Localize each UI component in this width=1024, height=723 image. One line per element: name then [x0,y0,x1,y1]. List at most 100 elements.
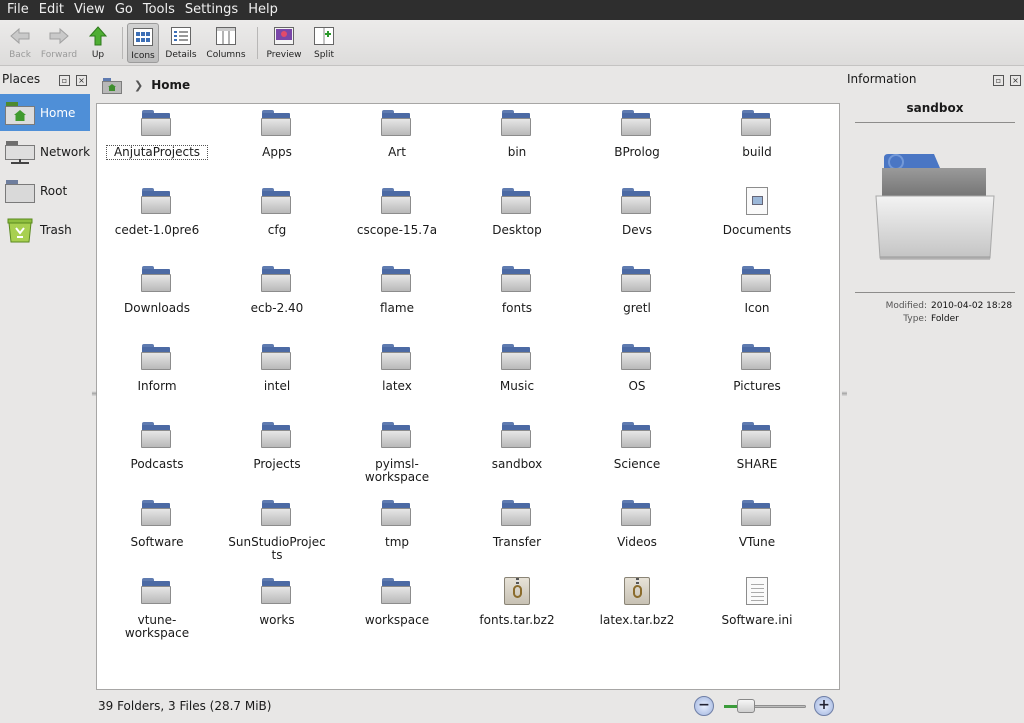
menu-go[interactable]: Go [110,0,138,20]
menu-help[interactable]: Help [243,0,283,20]
file-name: AnjutaProjects [106,145,208,160]
right-splitter-handle[interactable]: ≡ [841,390,848,402]
home-folder-icon[interactable] [102,76,122,94]
folder-item[interactable]: Podcasts [102,420,212,492]
folder-icon [141,186,173,218]
folder-item[interactable]: Inform [102,342,212,414]
breadcrumb-current[interactable]: Home [151,78,190,92]
file-name: Icon [744,301,770,315]
folder-item[interactable]: fonts [462,264,572,336]
place-network[interactable]: Network [0,133,90,170]
type-label: Type: [903,314,927,324]
place-label: Home [40,105,76,120]
preview-button[interactable]: Preview [266,23,302,63]
folder-item[interactable]: pyimsl-workspace [342,420,452,492]
folder-icon [381,342,413,374]
split-icon [313,25,335,47]
folder-item[interactable]: Science [582,420,692,492]
folder-item[interactable]: cscope-15.7a [342,186,452,258]
folder-item[interactable]: AnjutaProjects [102,108,212,180]
zoom-slider-thumb[interactable] [736,699,755,713]
folder-item[interactable]: Downloads [102,264,212,336]
file-name: works [259,613,295,627]
folder-icon [261,498,293,530]
zoom-out-icon[interactable]: − [694,696,714,716]
folder-item[interactable]: ecb-2.40 [222,264,332,336]
folder-item[interactable]: flame [342,264,452,336]
folder-item[interactable]: Pictures [702,342,812,414]
folder-item[interactable]: Desktop [462,186,572,258]
places-panel-header: Places ▫ × [0,72,92,90]
file-item[interactable]: Software.ini [702,576,812,648]
folder-item[interactable]: cfg [222,186,332,258]
file-name: Art [388,145,406,159]
file-name: BProlog [614,145,660,159]
file-item[interactable]: latex.tar.bz2 [582,576,692,648]
folder-item[interactable]: tmp [342,498,452,570]
folder-item[interactable]: works [222,576,332,648]
file-item[interactable]: fonts.tar.bz2 [462,576,572,648]
forward-button[interactable]: Forward [41,23,77,63]
menu-file[interactable]: File [2,0,34,20]
folder-item[interactable]: Projects [222,420,332,492]
folder-item[interactable]: Music [462,342,572,414]
file-name: Software [130,535,184,549]
menu-settings[interactable]: Settings [180,0,243,20]
menu-view[interactable]: View [69,0,110,20]
folder-item[interactable]: Icon [702,264,812,336]
folder-icon [261,576,293,608]
folder-item[interactable]: sandbox [462,420,572,492]
folder-item[interactable]: SunStudioProjects [222,498,332,570]
folder-icon [501,498,533,530]
up-button[interactable]: Up [86,23,110,63]
file-name: workspace [364,613,430,627]
folder-item[interactable]: VTune [702,498,812,570]
folder-icon [741,498,773,530]
close-panel-icon[interactable]: × [1010,75,1021,86]
folder-item[interactable]: Devs [582,186,692,258]
folder-item[interactable]: workspace [342,576,452,648]
menu-tools[interactable]: Tools [138,0,180,20]
file-view[interactable]: AnjutaProjects Apps Art bin BProlog build cede… [96,103,840,690]
folder-item[interactable]: bin [462,108,572,180]
file-item[interactable]: Documents [702,186,812,258]
modified-value: 2010-04-02 18:28 [931,301,1013,311]
place-trash[interactable]: Trash [0,211,90,248]
file-name: Downloads [124,301,190,315]
folder-icon [621,186,653,218]
folder-icon [381,186,413,218]
folder-item[interactable]: Software [102,498,212,570]
place-home[interactable]: Home [0,94,90,131]
folder-item[interactable]: gretl [582,264,692,336]
menu-edit[interactable]: Edit [34,0,69,20]
detach-panel-icon[interactable]: ▫ [993,75,1004,86]
file-name: Projects [253,457,301,471]
columns-view-button[interactable]: Columns [206,23,246,63]
info-divider [855,292,1015,293]
split-button[interactable]: Split [311,23,337,63]
detach-panel-icon[interactable]: ▫ [59,75,70,86]
folder-item[interactable]: Apps [222,108,332,180]
info-file-name: sandbox [906,101,964,115]
details-view-button[interactable]: Details [165,23,197,63]
icons-view-button[interactable]: Icons [127,23,159,63]
folder-icon [621,420,653,452]
folder-icon [141,342,173,374]
folder-item[interactable]: cedet-1.0pre6 [102,186,212,258]
folder-item[interactable]: vtune-workspace [102,576,212,648]
folder-item[interactable]: Videos [582,498,692,570]
place-root[interactable]: Root [0,172,90,209]
folder-icon [261,420,293,452]
folder-item[interactable]: OS [582,342,692,414]
folder-item[interactable]: Art [342,108,452,180]
left-splitter-handle[interactable]: ≡ [91,390,98,402]
folder-item[interactable]: latex [342,342,452,414]
folder-item[interactable]: build [702,108,812,180]
zoom-in-icon[interactable]: + [814,696,834,716]
folder-item[interactable]: intel [222,342,332,414]
close-panel-icon[interactable]: × [76,75,87,86]
folder-item[interactable]: Transfer [462,498,572,570]
folder-item[interactable]: SHARE [702,420,812,492]
back-button[interactable]: Back [6,23,34,63]
folder-item[interactable]: BProlog [582,108,692,180]
